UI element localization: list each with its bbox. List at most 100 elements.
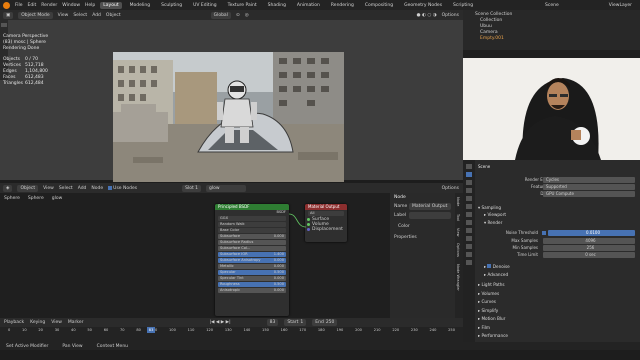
bsdf-input-row[interactable]: Subsurface IOR 1.400	[218, 252, 286, 257]
current-frame-field[interactable]: 83	[266, 319, 279, 326]
use-nodes-checkbox[interactable]	[108, 186, 113, 190]
view-layer-tab-icon[interactable]	[466, 188, 472, 193]
bsdf-input-row[interactable]: Anisotropic 0.000	[218, 288, 286, 293]
material-selector[interactable]: glow	[206, 184, 247, 192]
noise-threshold-field[interactable]: 0.0100	[548, 230, 635, 236]
node-name-field[interactable]: Material Output	[409, 203, 451, 210]
data-tab-icon[interactable]	[466, 252, 472, 257]
constraints-tab-icon[interactable]	[466, 244, 472, 249]
timeline-menu-marker[interactable]: Marker	[68, 320, 84, 325]
world-tab-icon[interactable]	[466, 204, 472, 209]
viewport-menu-object[interactable]: Object	[106, 13, 121, 18]
denoise-checkbox[interactable]	[487, 264, 492, 268]
bsdf-input-row[interactable]: Base Color	[218, 228, 286, 233]
node-section-header[interactable]: Node	[390, 193, 463, 202]
mode-selector[interactable]: Object Mode	[18, 11, 53, 19]
physics-tab-icon[interactable]	[466, 236, 472, 241]
view-layer-selector[interactable]: ViewLayer	[609, 3, 632, 8]
menu-file[interactable]: File	[15, 3, 23, 8]
tab-options[interactable]: Options	[456, 243, 460, 257]
properties-section-header[interactable]: ▸ Motion Blur	[478, 316, 505, 321]
properties-section[interactable]: Properties	[390, 233, 463, 242]
viewport-menu-select[interactable]: Select	[73, 13, 87, 18]
menu-render[interactable]: Render	[41, 3, 57, 8]
particles-tab-icon[interactable]	[466, 228, 472, 233]
workspace-tab-shading[interactable]: Shading	[265, 2, 289, 9]
material-tab-icon[interactable]	[466, 260, 472, 265]
menu-window[interactable]: Window	[62, 3, 80, 8]
principled-bsdf-node[interactable]: Principled BSDF BSDF GGX Random Walk Bas…	[215, 204, 289, 316]
tab-node-wrangler[interactable]: Node Wrangler	[456, 264, 460, 291]
viewport-subsection[interactable]: ▸ Viewport	[484, 212, 506, 217]
timeline-menu-keying[interactable]: Keying	[30, 320, 45, 325]
viewport-options[interactable]: Options	[442, 13, 459, 18]
workspace-tab-geometry-nodes[interactable]: Geometry Nodes	[401, 2, 445, 9]
node-editor-options[interactable]: Options	[442, 186, 459, 191]
workspace-tab-animation[interactable]: Animation	[294, 2, 323, 9]
timeline-menu-view[interactable]: View	[51, 320, 62, 325]
tab-node[interactable]: Node	[456, 197, 460, 206]
output-tab-icon[interactable]	[466, 180, 472, 185]
snap-icon[interactable]: ⊙	[236, 13, 240, 18]
bsdf-input-row[interactable]: Specular 0.500	[218, 270, 286, 275]
menu-edit[interactable]: Edit	[28, 3, 37, 8]
workspace-tab-rendering[interactable]: Rendering	[328, 2, 357, 9]
bsdf-input-row[interactable]: Metallic 0.000	[218, 264, 286, 269]
bsdf-input-row[interactable]: Roughness 0.500	[218, 282, 286, 287]
bsdf-input-row[interactable]: Subsurface 0.000	[218, 234, 286, 239]
tool-tab-icon[interactable]	[466, 164, 472, 169]
playhead[interactable]: 83	[147, 327, 156, 333]
render-engine-dropdown[interactable]: Cycles	[543, 177, 635, 183]
properties-section-header[interactable]: ▸ Film	[478, 325, 490, 330]
outliner-empty[interactable]: Empty.001	[475, 36, 628, 42]
workspace-tab-texture-paint[interactable]: Texture Paint	[225, 2, 260, 9]
workspace-tab-sculpting[interactable]: Sculpting	[158, 2, 185, 9]
scene-selector[interactable]: Scene	[545, 3, 559, 8]
shader-type-selector[interactable]: Object	[17, 184, 39, 192]
menu-help[interactable]: Help	[85, 3, 95, 8]
workspace-tab-modeling[interactable]: Modeling	[127, 2, 153, 9]
proportional-edit-icon[interactable]: ◎	[245, 13, 249, 18]
render-subsection[interactable]: ▾ Render	[484, 220, 502, 225]
output-target-dropdown[interactable]: All	[308, 211, 344, 216]
playback-controls-icon[interactable]: |◀ ◀ ▶ ▶|	[209, 320, 230, 325]
material-slot-selector[interactable]: Slot 1	[182, 184, 202, 192]
scene-tab-icon[interactable]	[466, 196, 472, 201]
noise-threshold-checkbox[interactable]	[542, 231, 546, 235]
transform-orientation[interactable]: Global	[210, 11, 231, 19]
object-tab-icon[interactable]	[466, 212, 472, 217]
max-samples-field[interactable]: 4096	[543, 238, 635, 244]
select-tool-icon[interactable]	[1, 23, 7, 27]
distribution-dropdown[interactable]: GGX	[218, 216, 286, 221]
properties-section-header[interactable]: ▸ Light Paths	[478, 282, 505, 287]
feature-set-dropdown[interactable]: Supported	[543, 184, 635, 190]
bsdf-input-row[interactable]: Specular Tint 0.000	[218, 276, 286, 281]
editor-type-button[interactable]: ▣	[3, 11, 14, 19]
properties-section-header[interactable]: ▸ Volumes	[478, 291, 499, 296]
bsdf-input-row[interactable]: Subsurface Col...	[218, 246, 286, 251]
workspace-tab-layout[interactable]: Layout	[100, 1, 122, 9]
node-menu-node[interactable]: Node	[91, 186, 103, 191]
properties-section-header[interactable]: ▸ Curves	[478, 299, 496, 304]
time-limit-field[interactable]: 0 sec	[543, 252, 635, 258]
start-frame-field[interactable]: Start 1	[284, 319, 307, 326]
min-samples-field[interactable]: 256	[543, 245, 635, 251]
end-frame-field[interactable]: End 250	[312, 319, 338, 326]
color-section[interactable]: Color	[390, 220, 463, 233]
blender-logo-icon[interactable]	[3, 1, 10, 9]
render-tab-icon[interactable]	[466, 172, 472, 177]
modifier-tab-icon[interactable]	[466, 220, 472, 225]
workspace-tab-scripting[interactable]: Scripting	[450, 2, 476, 9]
workspace-tab-uv-editing[interactable]: UV Editing	[190, 2, 219, 9]
subsurface-method-dropdown[interactable]: Random Walk	[218, 222, 286, 227]
workspace-tab-compositing[interactable]: Compositing	[362, 2, 396, 9]
timeline-menu-playback[interactable]: Playback	[4, 320, 24, 325]
viewport-menu-add[interactable]: Add	[92, 13, 101, 18]
tab-tool[interactable]: Tool	[456, 214, 460, 221]
denoise-subsection[interactable]: ▸ Denoise	[484, 264, 510, 269]
bsdf-input-row[interactable]: Subsurface Anisotropy 0.000	[218, 258, 286, 263]
node-editor-type-button[interactable]: ◈	[3, 184, 13, 192]
properties-section-header[interactable]: ▸ Performance	[478, 333, 508, 338]
viewport-shading-icons[interactable]: ● ◐ ○ ◑	[417, 13, 437, 18]
device-dropdown[interactable]: GPU Compute	[543, 191, 635, 197]
